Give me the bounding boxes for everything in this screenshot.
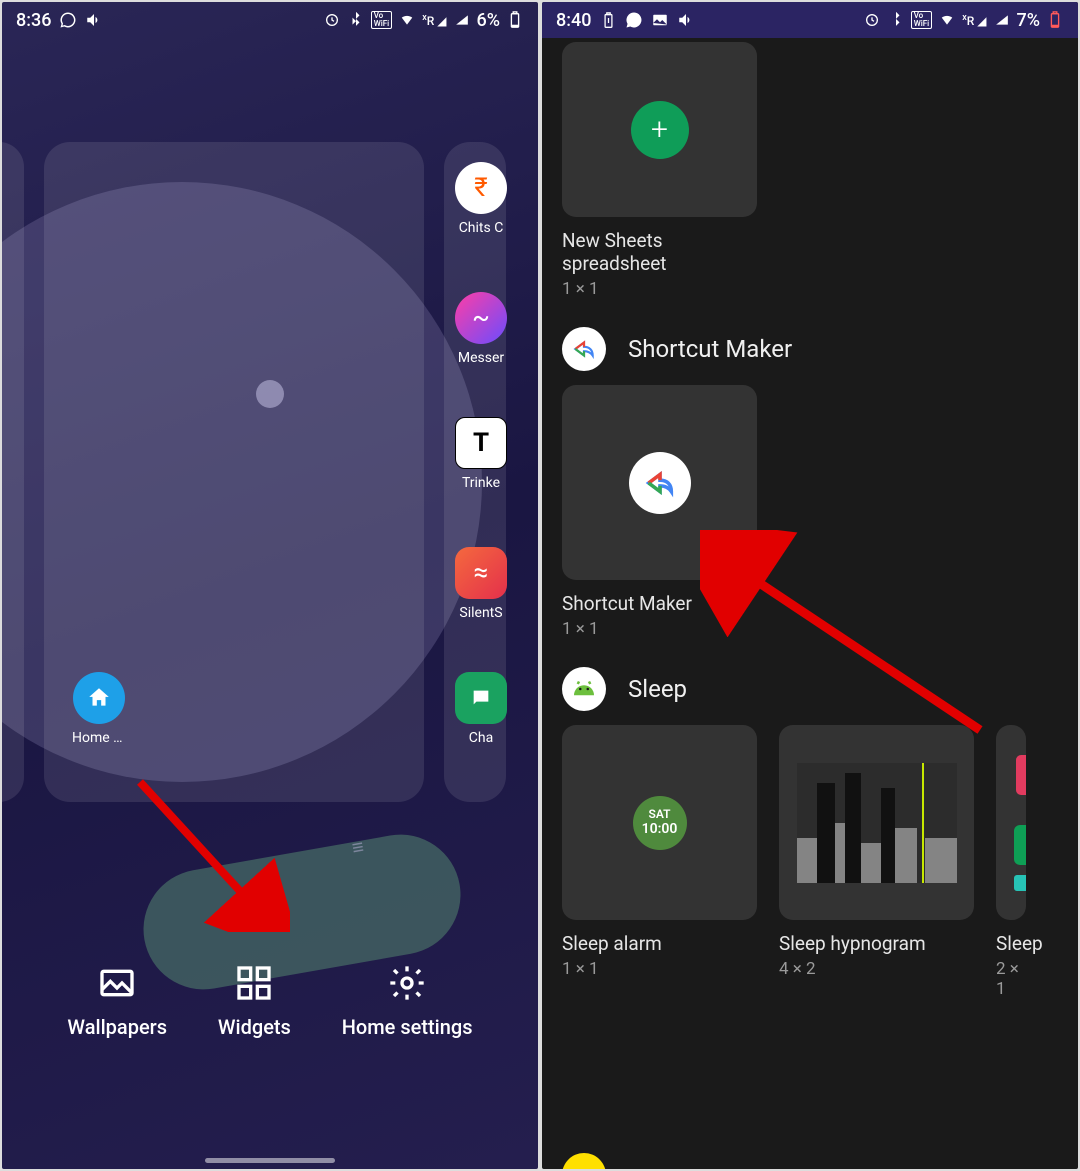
widget-section-shortcut-maker[interactable]: Shortcut Maker — [562, 327, 1058, 371]
toolbar-label: Wallpapers — [67, 1015, 167, 1039]
section-title: Shortcut Maker — [628, 335, 792, 363]
whatsapp-icon — [625, 11, 643, 29]
section-title: Sleep — [628, 675, 687, 703]
widget-name: New Sheets spreadsheet — [562, 229, 757, 275]
home-pages-carousel[interactable]: ◐ me C… ancial Home Ass… ₹ Chits C ~ — [2, 142, 538, 802]
home-page-current[interactable]: Home Ass… — [44, 142, 424, 802]
image-icon — [95, 961, 139, 1005]
app-label: Trinke — [454, 475, 508, 491]
widget-name: Sleep hypnogram — [779, 932, 974, 955]
home-editor-screen: ≡ 8:36 VoWiFi xR ◢ — [2, 2, 538, 1169]
signal-icon: xR ◢ — [962, 13, 986, 28]
home-page-prev[interactable]: ◐ me C… ancial — [2, 142, 24, 802]
signal-icon: xR ◢ — [422, 13, 446, 28]
hypnogram-preview — [797, 763, 957, 883]
bluetooth-icon — [887, 11, 905, 29]
widget-size: 1 × 1 — [562, 279, 757, 299]
widget-size: 1 × 1 — [562, 959, 757, 979]
home-indicator — [205, 1158, 335, 1163]
volume-icon — [677, 11, 695, 29]
widget-size: 4 × 2 — [779, 959, 974, 979]
battery-low-icon — [599, 11, 617, 29]
widget-picker-screen: 8:40 VoWiFi xR ◢ — [542, 2, 1078, 1169]
battery-percent: 7% — [1017, 10, 1040, 31]
toolbar-label: Widgets — [218, 1015, 291, 1039]
next-section-icon — [562, 1153, 606, 1169]
status-bar: 8:40 VoWiFi xR ◢ — [542, 2, 1078, 38]
widget-item-sleep-hypnogram[interactable]: Sleep hypnogram 4 × 2 — [779, 725, 974, 999]
shortcut-maker-icon — [629, 452, 691, 514]
widget-item-shortcut-maker[interactable]: Shortcut Maker 1 × 1 — [562, 385, 757, 639]
app-label: Messer — [454, 350, 508, 366]
vowifi-icon: VoWiFi — [911, 11, 933, 29]
app-label: Home Ass… — [72, 730, 126, 746]
home-settings-button[interactable]: Home settings — [342, 961, 473, 1039]
widget-item-sleep-extra[interactable]: Sleep 2 × 1 — [996, 725, 1026, 999]
signal2-icon — [993, 11, 1011, 29]
alarm-badge-icon: SAT 10:00 — [633, 796, 687, 850]
shortcut-maker-icon — [562, 327, 606, 371]
battery-icon — [1046, 11, 1064, 29]
widgets-icon — [232, 961, 276, 1005]
plus-icon: + — [631, 101, 689, 159]
home-page-next[interactable]: ₹ Chits C ~ Messer T Trinke ≈ SilentS Ch… — [444, 142, 506, 802]
sleep-app-icon — [562, 667, 606, 711]
toolbar-label: Home settings — [342, 1015, 473, 1039]
home-editor-toolbar: Wallpapers Widgets Home settings — [2, 961, 538, 1039]
wifi-icon — [938, 11, 956, 29]
widget-name: Shortcut Maker — [562, 592, 757, 615]
app-label: Chits C — [454, 220, 508, 236]
widget-item-sheets[interactable]: + New Sheets spreadsheet 1 × 1 — [562, 42, 757, 299]
app-label: SilentS — [454, 605, 508, 621]
alarm-time: 10:00 — [642, 821, 678, 838]
widget-name: Sleep alarm — [562, 932, 757, 955]
widget-name: Sleep — [996, 932, 1026, 955]
app-label: Cha — [454, 730, 508, 746]
sync-icon — [863, 11, 881, 29]
widgets-button[interactable]: Widgets — [218, 961, 291, 1039]
wallpapers-button[interactable]: Wallpapers — [67, 961, 167, 1039]
widget-section-sleep[interactable]: Sleep — [562, 667, 1058, 711]
widget-list[interactable]: + New Sheets spreadsheet 1 × 1 Shortcut … — [542, 42, 1078, 1169]
status-time: 8:40 — [556, 10, 591, 31]
widget-size: 2 × 1 — [996, 959, 1026, 999]
widget-item-sleep-alarm[interactable]: SAT 10:00 Sleep alarm 1 × 1 — [562, 725, 757, 999]
gallery-icon — [651, 11, 669, 29]
widget-size: 1 × 1 — [562, 619, 757, 639]
alarm-day: SAT — [649, 807, 671, 821]
gear-icon — [385, 961, 429, 1005]
